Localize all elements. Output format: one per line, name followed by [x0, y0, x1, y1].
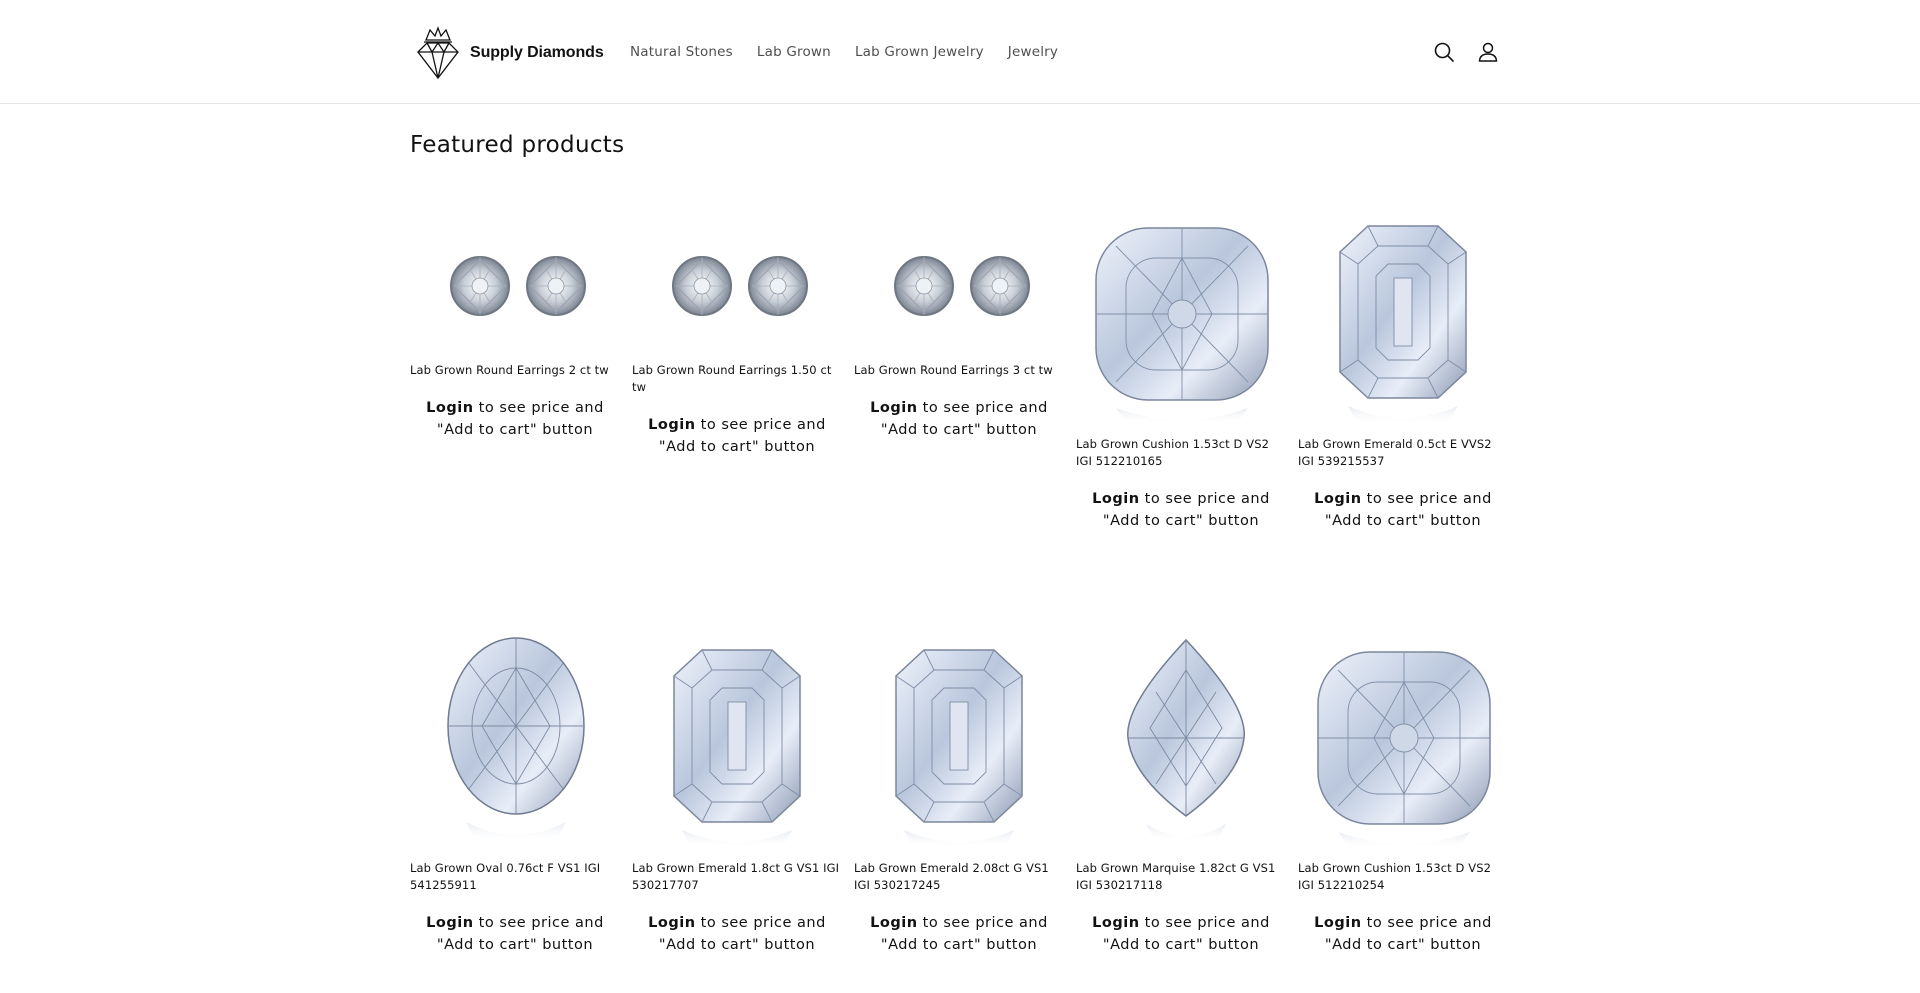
login-link[interactable]: Login [1314, 915, 1361, 931]
nav-item-lab-grown-jewelry[interactable]: Lab Grown Jewelry [843, 40, 996, 64]
login-prompt-text-2: "Add to cart" button [1102, 937, 1260, 953]
search-button[interactable] [1428, 36, 1460, 68]
login-prompt-text-2: "Add to cart" button [658, 439, 816, 455]
login-link[interactable]: Login [1092, 491, 1139, 507]
section-title: Featured products [410, 132, 625, 158]
brand-name: Supply Diamonds [470, 44, 604, 61]
login-prompt-text: to see price and [917, 400, 1048, 416]
product-card[interactable]: Lab Grown Emerald 1.8ct G VS1 IGI 530217… [632, 626, 842, 956]
login-prompt: Login to see price and "Add to cart" butt… [632, 912, 842, 956]
product-title[interactable]: Lab Grown Oval 0.76ct F VS1 IGI 54125591… [410, 860, 620, 894]
emerald-diamond-icon [632, 626, 842, 848]
product-card[interactable]: Lab Grown Round Earrings 2 ct tw Login t… [410, 202, 620, 441]
diamond-crown-logo-icon [417, 26, 459, 80]
login-link[interactable]: Login [870, 400, 917, 416]
product-card[interactable]: Lab Grown Round Earrings 3 ct tw Login t… [854, 202, 1064, 441]
login-prompt-text-2: "Add to cart" button [1324, 513, 1482, 529]
product-image[interactable] [854, 202, 1064, 350]
product-title[interactable]: Lab Grown Cushion 1.53ct D VS2 IGI 51221… [1076, 436, 1286, 470]
login-prompt-text: to see price and [695, 915, 826, 931]
cushion-diamond-icon [1298, 626, 1508, 848]
search-icon [1434, 42, 1454, 62]
product-card[interactable]: Lab Grown Round Earrings 1.50 ct tw Logi… [632, 202, 842, 458]
product-title[interactable]: Lab Grown Round Earrings 3 ct tw [854, 362, 1064, 379]
product-title[interactable]: Lab Grown Cushion 1.53ct D VS2 IGI 51221… [1298, 860, 1508, 894]
nav-item-natural-stones[interactable]: Natural Stones [618, 40, 745, 64]
product-title[interactable]: Lab Grown Emerald 2.08ct G VS1 IGI 53021… [854, 860, 1064, 894]
login-prompt-text: to see price and [1139, 491, 1270, 507]
round-earrings-icon [410, 202, 620, 350]
login-link[interactable]: Login [870, 915, 917, 931]
product-card[interactable]: Lab Grown Emerald 0.5ct E VVS2 IGI 53921… [1298, 202, 1508, 532]
product-image[interactable] [1298, 202, 1508, 424]
product-title[interactable]: Lab Grown Emerald 0.5ct E VVS2 IGI 53921… [1298, 436, 1508, 470]
login-prompt-text-2: "Add to cart" button [1324, 937, 1482, 953]
product-image[interactable] [410, 202, 620, 350]
product-image[interactable] [1298, 626, 1508, 848]
marquise-diamond-icon [1076, 626, 1286, 848]
product-title[interactable]: Lab Grown Round Earrings 1.50 ct tw [632, 362, 842, 396]
login-prompt-text-2: "Add to cart" button [1102, 513, 1260, 529]
product-title[interactable]: Lab Grown Emerald 1.8ct G VS1 IGI 530217… [632, 860, 842, 894]
login-prompt: Login to see price and "Add to cart" butt… [1076, 912, 1286, 956]
round-earrings-icon [632, 202, 842, 350]
emerald-diamond-icon [1298, 202, 1508, 424]
product-image[interactable] [410, 626, 620, 848]
login-link[interactable]: Login [1092, 915, 1139, 931]
product-card[interactable]: Lab Grown Oval 0.76ct F VS1 IGI 54125591… [410, 626, 620, 956]
brand-logo-link[interactable]: Supply Diamonds [410, 26, 604, 80]
login-prompt: Login to see price and "Add to cart" butt… [410, 912, 620, 956]
login-prompt-text: to see price and [1361, 915, 1492, 931]
login-prompt-text: to see price and [695, 417, 826, 433]
login-prompt-text: to see price and [917, 915, 1048, 931]
login-prompt: Login to see price and "Add to cart" butt… [1076, 488, 1286, 532]
login-prompt-text: to see price and [1361, 491, 1492, 507]
login-link[interactable]: Login [426, 400, 473, 416]
emerald-diamond-icon [854, 626, 1064, 848]
login-prompt-text-2: "Add to cart" button [880, 422, 1038, 438]
login-prompt: Login to see price and "Add to cart" butt… [632, 414, 842, 458]
product-card[interactable]: Lab Grown Marquise 1.82ct G VS1 IGI 5302… [1076, 626, 1286, 956]
login-prompt-text-2: "Add to cart" button [436, 937, 594, 953]
round-earrings-icon [854, 202, 1064, 350]
login-prompt-text-2: "Add to cart" button [436, 422, 594, 438]
nav-item-jewelry[interactable]: Jewelry [996, 40, 1070, 64]
product-image[interactable] [632, 626, 842, 848]
login-prompt-text: to see price and [1139, 915, 1270, 931]
product-card[interactable]: Lab Grown Cushion 1.53ct D VS2 IGI 51221… [1076, 202, 1286, 532]
product-image[interactable] [854, 626, 1064, 848]
login-prompt: Login to see price and "Add to cart" butt… [854, 397, 1064, 441]
login-prompt: Login to see price and "Add to cart" butt… [854, 912, 1064, 956]
nav-item-lab-grown[interactable]: Lab Grown [745, 40, 843, 64]
product-image[interactable] [1076, 202, 1286, 424]
main-nav: Natural Stones Lab Grown Lab Grown Jewel… [618, 40, 1070, 64]
account-button[interactable] [1472, 36, 1504, 68]
login-prompt-text: to see price and [473, 400, 604, 416]
login-link[interactable]: Login [648, 417, 695, 433]
login-prompt-text: to see price and [473, 915, 604, 931]
product-image[interactable] [1076, 626, 1286, 848]
login-prompt-text-2: "Add to cart" button [658, 937, 816, 953]
login-link[interactable]: Login [426, 915, 473, 931]
product-title[interactable]: Lab Grown Round Earrings 2 ct tw [410, 362, 620, 379]
login-prompt: Login to see price and "Add to cart" butt… [1298, 912, 1508, 956]
product-card[interactable]: Lab Grown Emerald 2.08ct G VS1 IGI 53021… [854, 626, 1064, 956]
oval-diamond-icon [410, 626, 620, 848]
login-prompt: Login to see price and "Add to cart" butt… [410, 397, 620, 441]
product-title[interactable]: Lab Grown Marquise 1.82ct G VS1 IGI 5302… [1076, 860, 1286, 894]
login-link[interactable]: Login [648, 915, 695, 931]
login-prompt: Login to see price and "Add to cart" butt… [1298, 488, 1508, 532]
site-header: Supply Diamonds Natural Stones Lab Grown… [0, 0, 1920, 104]
cushion-diamond-icon [1076, 202, 1286, 424]
product-card[interactable]: Lab Grown Cushion 1.53ct D VS2 IGI 51221… [1298, 626, 1508, 956]
product-image[interactable] [632, 202, 842, 350]
login-link[interactable]: Login [1314, 491, 1361, 507]
login-prompt-text-2: "Add to cart" button [880, 937, 1038, 953]
account-icon [1478, 42, 1498, 62]
